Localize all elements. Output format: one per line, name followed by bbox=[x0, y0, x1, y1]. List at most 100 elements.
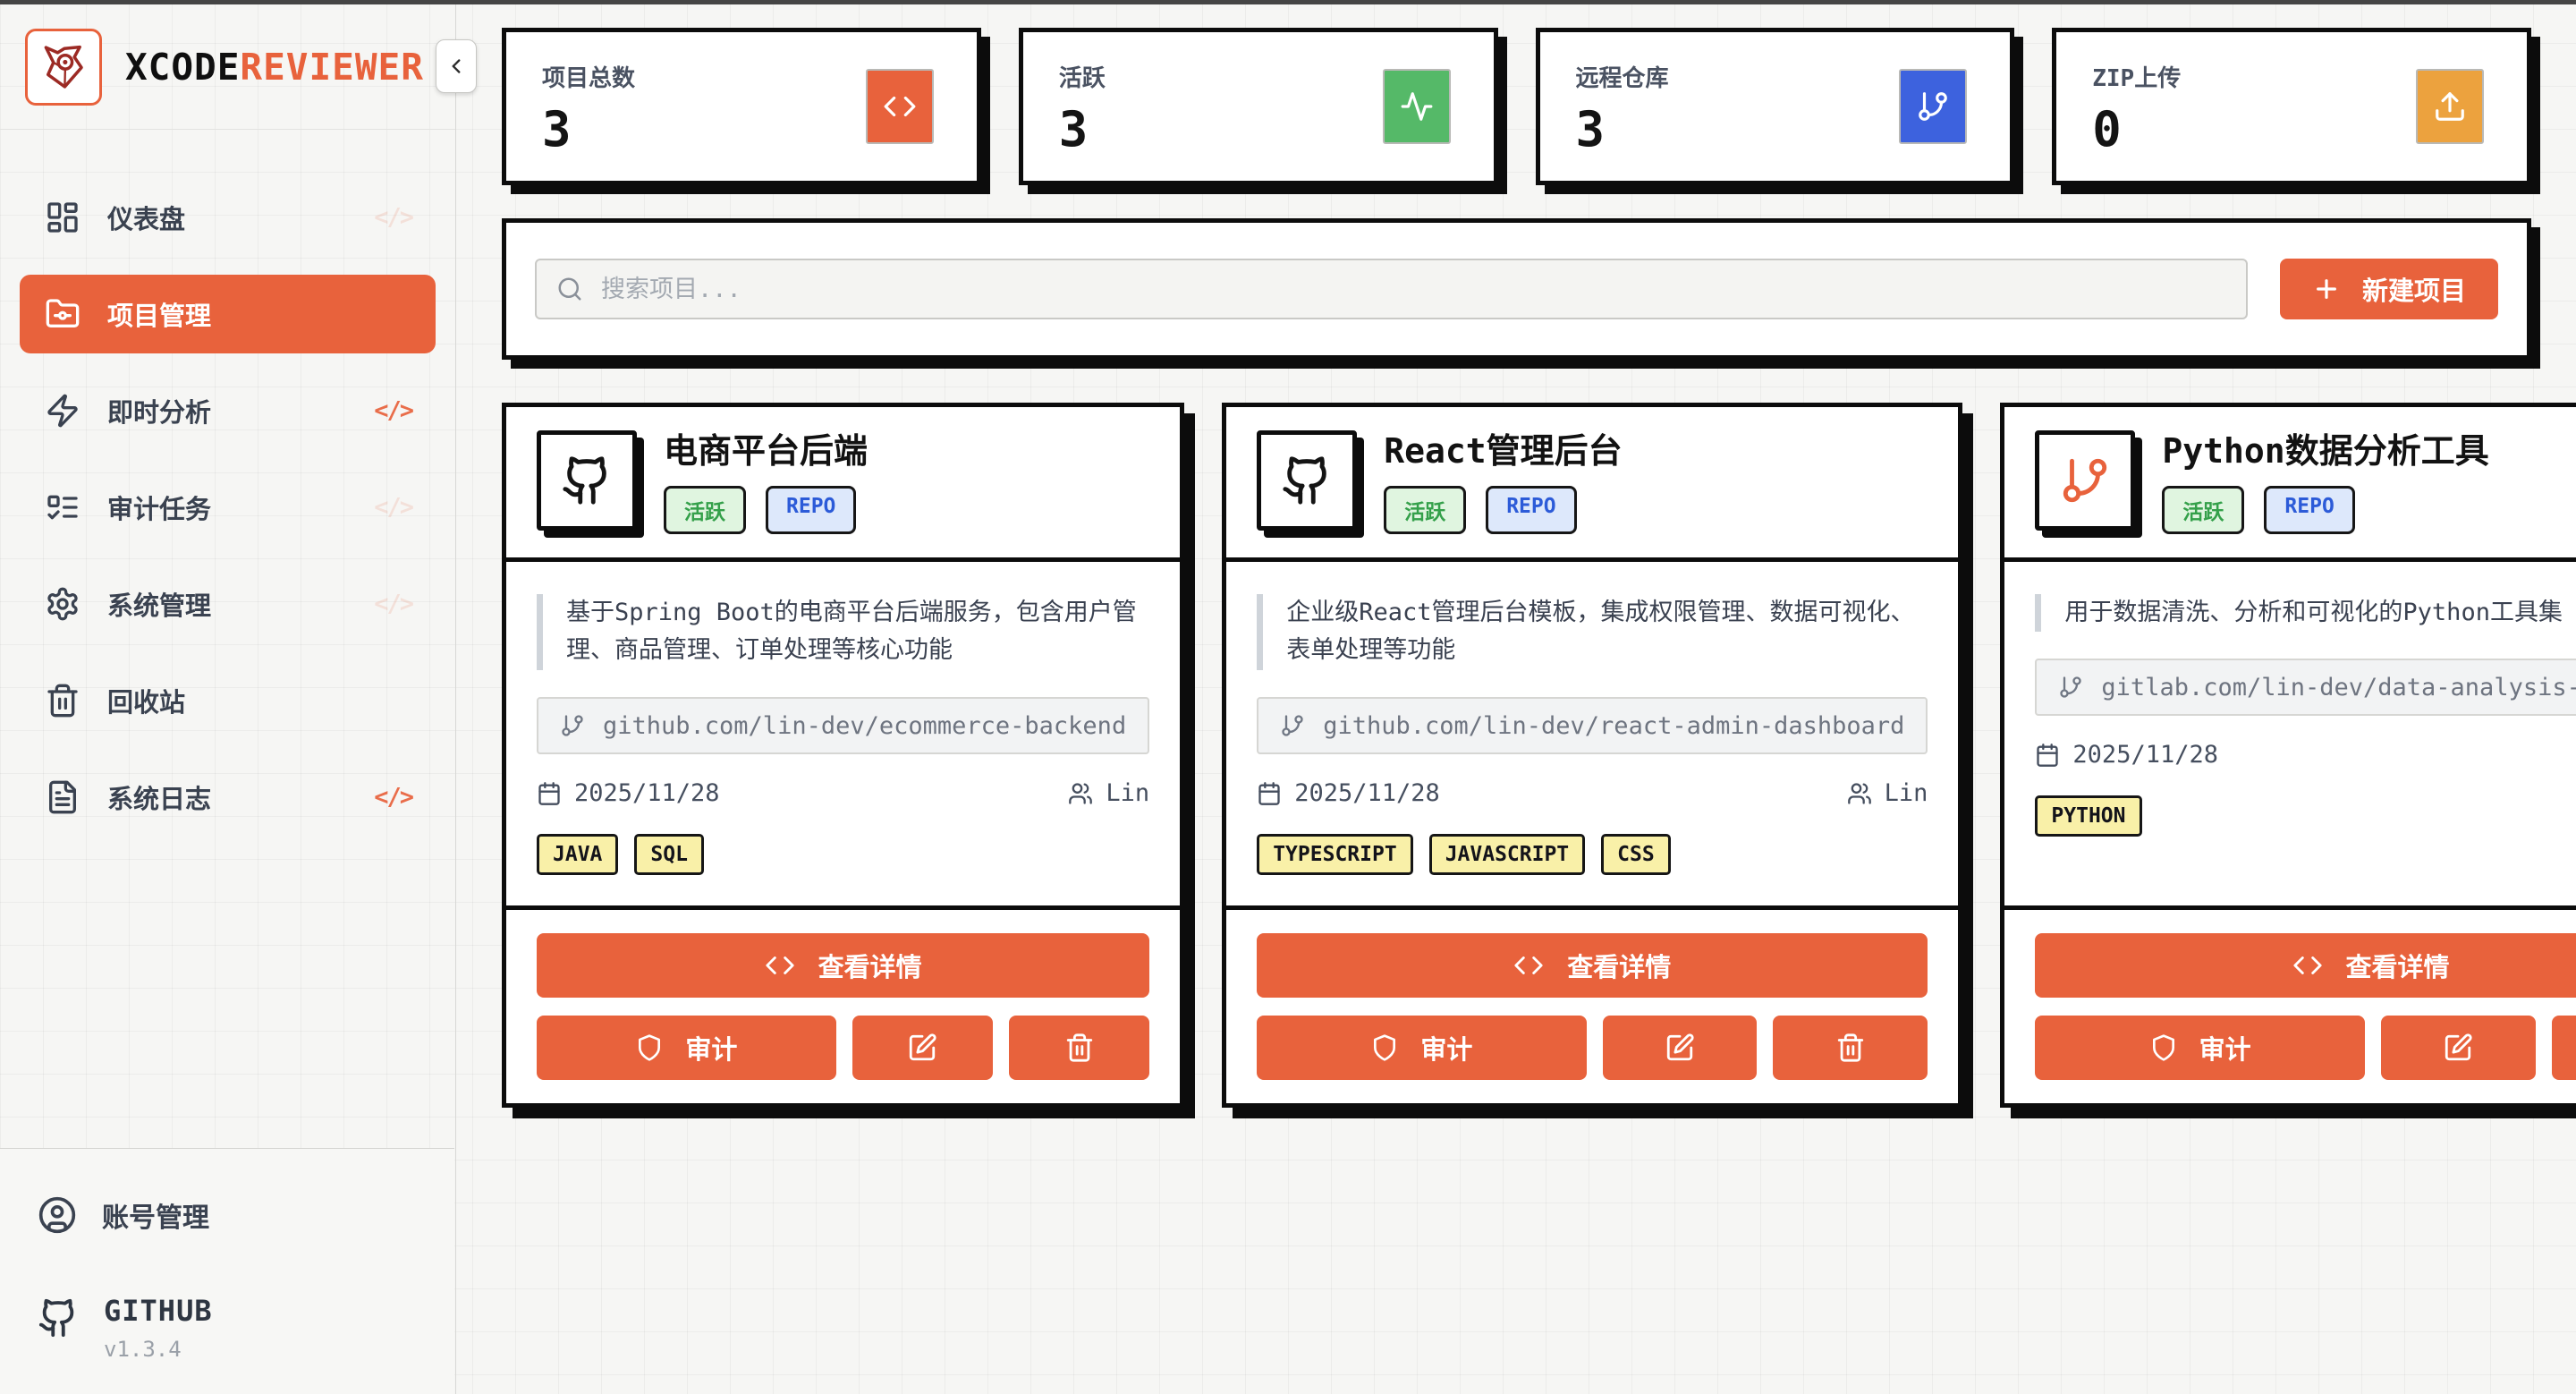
sidebar-item-label: 系统管理 bbox=[107, 585, 211, 623]
sidebar-item-audit-tasks[interactable]: 审计任务 </> bbox=[20, 468, 436, 547]
git-branch-icon bbox=[1280, 713, 1305, 738]
owner-text: Lin bbox=[1106, 779, 1149, 807]
owner-text: Lin bbox=[1885, 779, 1928, 807]
language-tags: JAVA SQL bbox=[537, 834, 1149, 905]
project-card: 电商平台后端 活跃 REPO 基于Spring Boot的电商平台后端服务，包含… bbox=[502, 403, 1184, 1108]
view-details-button[interactable]: 查看详情 bbox=[537, 933, 1149, 998]
delete-button[interactable] bbox=[1773, 1016, 1928, 1080]
delete-button[interactable] bbox=[2552, 1016, 2576, 1080]
file-text-icon bbox=[45, 779, 80, 815]
plus-icon bbox=[2312, 275, 2341, 303]
git-branch-icon bbox=[1899, 69, 1967, 144]
sidebar-item-system-admin[interactable]: 系统管理 </> bbox=[20, 565, 436, 643]
audit-button[interactable]: 审计 bbox=[1257, 1016, 1586, 1080]
sidebar-item-recycle-bin[interactable]: 回收站 bbox=[20, 661, 436, 740]
git-branch-icon bbox=[2058, 675, 2083, 700]
project-date: 2025/11/28 bbox=[1257, 779, 1440, 807]
zap-icon bbox=[45, 393, 80, 429]
shield-icon bbox=[635, 1033, 664, 1062]
status-badge: 活跃 bbox=[2162, 486, 2244, 534]
stats-row: 项目总数 3 活跃 3 远程仓库 3 ZIP上传 0 bbox=[502, 28, 2531, 185]
language-tag: TYPESCRIPT bbox=[1257, 834, 1412, 875]
project-description: 基于Spring Boot的电商平台后端服务，包含用户管理、商品管理、订单处理等… bbox=[537, 594, 1149, 670]
view-details-button[interactable]: 查看详情 bbox=[1257, 933, 1928, 998]
project-grid: 电商平台后端 活跃 REPO 基于Spring Boot的电商平台后端服务，包含… bbox=[502, 403, 2531, 1108]
github-icon bbox=[1257, 430, 1357, 531]
project-card-header: 电商平台后端 活跃 REPO bbox=[506, 407, 1180, 562]
trash-icon bbox=[1064, 1033, 1095, 1063]
view-details-label: 查看详情 bbox=[2346, 947, 2450, 984]
project-meta: 2025/11/28 Lin bbox=[537, 779, 1149, 807]
delete-button[interactable] bbox=[1009, 1016, 1149, 1080]
new-project-label: 新建项目 bbox=[2362, 270, 2466, 308]
sidebar-item-label: 回收站 bbox=[107, 682, 185, 719]
view-details-label: 查看详情 bbox=[818, 947, 922, 984]
app-version: v1.3.4 bbox=[104, 1337, 213, 1362]
user-circle-icon bbox=[38, 1195, 77, 1235]
audit-label: 审计 bbox=[2199, 1029, 2251, 1067]
sidebar-item-instant-analysis[interactable]: 即时分析 </> bbox=[20, 371, 436, 450]
sidebar-item-label: 审计任务 bbox=[107, 489, 211, 526]
calendar-icon bbox=[2035, 743, 2060, 768]
audit-button[interactable]: 审计 bbox=[2035, 1016, 2364, 1080]
sidebar-item-system-logs[interactable]: 系统日志 </> bbox=[20, 758, 436, 837]
app-title-primary: XCODE bbox=[125, 46, 240, 89]
edit-button[interactable] bbox=[2381, 1016, 2536, 1080]
sidebar-item-projects[interactable]: 项目管理 bbox=[20, 275, 436, 353]
code-icon bbox=[1513, 950, 1544, 981]
edit-button[interactable] bbox=[1603, 1016, 1758, 1080]
layout-dashboard-icon bbox=[45, 200, 80, 235]
upload-icon bbox=[2416, 69, 2484, 144]
project-owner: Lin bbox=[1847, 779, 1928, 807]
new-project-button[interactable]: 新建项目 bbox=[2280, 259, 2498, 319]
sidebar-item-dashboard[interactable]: 仪表盘 </> bbox=[20, 178, 436, 257]
stat-label: ZIP上传 bbox=[2092, 60, 2181, 93]
project-card-footer: 查看详情 审计 bbox=[506, 905, 1180, 1103]
action-button-row: 审计 bbox=[1257, 1016, 1928, 1080]
edit-icon bbox=[907, 1033, 937, 1063]
stat-value: 3 bbox=[1576, 106, 1669, 154]
project-title: 电商平台后端 bbox=[664, 432, 868, 472]
stat-label: 远程仓库 bbox=[1576, 60, 1669, 93]
sidebar: XCODEREVIEWER 仪表盘 </> 项目管理 即时分析 </> 审计任务… bbox=[0, 4, 456, 1394]
repo-url-box: gitlab.com/lin-dev/data-analysis-toolkit bbox=[2035, 659, 2576, 716]
shield-icon bbox=[1370, 1033, 1399, 1062]
view-details-button[interactable]: 查看详情 bbox=[2035, 933, 2576, 998]
project-description: 企业级React管理后台模板，集成权限管理、数据可视化、表单处理等功能 bbox=[1257, 594, 1928, 670]
stat-label: 活跃 bbox=[1059, 60, 1106, 93]
project-card-body: 用于数据清洗、分析和可视化的Python工具集 gitlab.com/lin-d… bbox=[2004, 562, 2576, 905]
project-title: Python数据分析工具 bbox=[2162, 432, 2488, 472]
language-tag: SQL bbox=[634, 834, 704, 875]
app-logo bbox=[25, 29, 102, 106]
audit-label: 审计 bbox=[1420, 1029, 1472, 1067]
calendar-icon bbox=[537, 781, 562, 806]
shield-icon bbox=[2149, 1033, 2178, 1062]
sidebar-item-label: 系统日志 bbox=[107, 778, 211, 816]
audit-button[interactable]: 审计 bbox=[537, 1016, 836, 1080]
search-input[interactable] bbox=[601, 276, 2226, 303]
users-icon bbox=[1847, 781, 1872, 806]
trash-icon bbox=[45, 683, 80, 718]
repo-url: github.com/lin-dev/ecommerce-backend bbox=[603, 712, 1126, 740]
chevron-left-icon bbox=[445, 55, 468, 78]
project-title: React管理后台 bbox=[1384, 432, 1622, 472]
sidebar-header: XCODEREVIEWER bbox=[0, 4, 455, 130]
source-badge: REPO bbox=[766, 486, 856, 534]
action-button-row: 审计 bbox=[537, 1016, 1149, 1080]
project-card: Python数据分析工具 活跃 REPO 用于数据清洗、分析和可视化的Pytho… bbox=[2000, 403, 2576, 1108]
project-card-header: Python数据分析工具 活跃 REPO bbox=[2004, 407, 2576, 562]
language-tag: PYTHON bbox=[2035, 795, 2141, 837]
edit-button[interactable] bbox=[852, 1016, 993, 1080]
code-deco-icon: </> bbox=[374, 784, 412, 812]
project-badges: 活跃 REPO bbox=[2162, 486, 2488, 534]
language-tag: JAVA bbox=[537, 834, 618, 875]
sidebar-collapse-button[interactable] bbox=[436, 39, 477, 93]
project-card-footer: 查看详情 审计 bbox=[2004, 905, 2576, 1103]
search-icon bbox=[556, 276, 583, 302]
app-title-accent: REVIEWER bbox=[240, 46, 423, 89]
repo-url: gitlab.com/lin-dev/data-analysis-toolkit bbox=[2101, 674, 2576, 701]
github-version-item: GITHUB v1.3.4 bbox=[38, 1294, 417, 1362]
language-tag: CSS bbox=[1601, 834, 1671, 875]
language-tag: JAVASCRIPT bbox=[1429, 834, 1585, 875]
account-management-item[interactable]: 账号管理 bbox=[38, 1195, 417, 1235]
